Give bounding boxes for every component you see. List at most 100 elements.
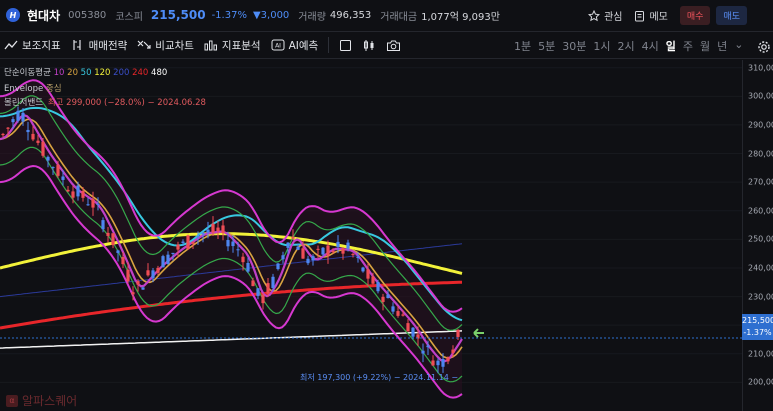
period-more-chevron-icon[interactable]: ⌄ bbox=[734, 38, 743, 54]
toolbar-divider bbox=[328, 37, 330, 53]
candle-body bbox=[96, 203, 100, 205]
candle-body bbox=[136, 281, 140, 285]
candle-body bbox=[181, 241, 185, 243]
candle-body bbox=[131, 292, 135, 295]
price-axis[interactable]: 310,000 300,000 290,000 280,000 270,000 260,0… bbox=[742, 60, 773, 411]
arrow-left-icon bbox=[473, 328, 484, 338]
trade-strategy-label: 매매전략 bbox=[88, 39, 128, 52]
candle-body bbox=[441, 359, 445, 367]
candle-body bbox=[276, 263, 280, 270]
candle-body bbox=[456, 329, 460, 337]
ma-legend-label: 단순이동평균 bbox=[4, 68, 51, 78]
candle-body bbox=[221, 225, 225, 234]
settings-button[interactable] bbox=[757, 39, 771, 58]
candle-body bbox=[361, 267, 365, 272]
candle-body bbox=[291, 237, 295, 239]
stock-header: H 현대차 005380 코스피 215,500 -1.37% ▼3,000 거… bbox=[0, 0, 773, 30]
indicators-button[interactable]: 보조지표 bbox=[4, 38, 61, 53]
candle-body bbox=[156, 267, 160, 273]
candle-body bbox=[226, 240, 230, 247]
candle-body bbox=[371, 276, 375, 284]
candle-body bbox=[351, 253, 355, 255]
candle-body bbox=[116, 250, 120, 253]
stock-name[interactable]: 현대차 bbox=[27, 7, 60, 24]
candle-body bbox=[76, 185, 80, 197]
period-selector: 1분 5분 30분 1시 2시 4시 일 주 월 년 ⌄ bbox=[514, 38, 750, 54]
memo-button[interactable]: 메모 bbox=[634, 8, 668, 23]
candle-body bbox=[256, 288, 260, 296]
candle-body bbox=[211, 223, 215, 233]
change-rate: -1.37% bbox=[211, 9, 247, 21]
candle-body bbox=[391, 306, 395, 312]
candle-body bbox=[26, 129, 30, 133]
y-tick-label: 310,000 bbox=[748, 63, 773, 73]
envelope-legend[interactable]: Envelope 중심 bbox=[4, 82, 62, 94]
candle-body bbox=[176, 244, 180, 250]
candle-body bbox=[191, 241, 195, 244]
envelope-legend-label: Envelope bbox=[4, 84, 44, 94]
candle-body bbox=[406, 323, 410, 332]
indicator-analysis-button[interactable]: 지표분석 bbox=[204, 38, 261, 53]
candle-body bbox=[166, 254, 170, 264]
period-year[interactable]: 년 bbox=[717, 38, 727, 54]
svg-text:AI: AI bbox=[275, 43, 281, 50]
candle-body bbox=[81, 190, 85, 198]
y-tick-label: 290,000 bbox=[748, 120, 773, 130]
y-tick-label: 300,000 bbox=[748, 91, 773, 101]
bollinger-legend[interactable]: 볼린저밴드 최고 299,000 (−28.0%) − 2024.06.28 bbox=[4, 96, 206, 108]
candle-body bbox=[286, 242, 290, 248]
candle-body bbox=[436, 360, 440, 366]
chart-canvas[interactable] bbox=[0, 60, 742, 411]
candle-body bbox=[16, 110, 20, 121]
period-30m[interactable]: 30분 bbox=[562, 38, 586, 54]
candle-type-button[interactable] bbox=[362, 39, 376, 52]
ma-legend-period: 120 bbox=[91, 68, 111, 78]
period-day[interactable]: 일 bbox=[666, 38, 676, 54]
ma-legend-period: 10 bbox=[53, 68, 65, 78]
period-5m[interactable]: 5분 bbox=[538, 38, 555, 54]
candle-body bbox=[401, 314, 405, 316]
candle-body bbox=[446, 357, 450, 362]
candle-body bbox=[366, 269, 370, 279]
period-1m[interactable]: 1분 bbox=[514, 38, 531, 54]
compare-chart-button[interactable]: 비교차트 bbox=[137, 38, 194, 53]
period-month[interactable]: 월 bbox=[700, 38, 710, 54]
watch-button[interactable]: 관심 bbox=[588, 8, 622, 23]
candle-body bbox=[236, 249, 240, 251]
candle-body bbox=[196, 236, 200, 238]
gear-icon bbox=[758, 41, 770, 53]
star-icon bbox=[588, 9, 601, 21]
layout-button[interactable] bbox=[339, 39, 352, 52]
period-week[interactable]: 주 bbox=[683, 38, 693, 54]
ma-legend-period: 200 bbox=[110, 68, 130, 78]
candle-body bbox=[41, 141, 45, 156]
period-1h[interactable]: 1시 bbox=[593, 38, 610, 54]
hyundai-logo: H bbox=[6, 8, 20, 22]
sell-button[interactable]: 매도 bbox=[716, 6, 747, 25]
period-4h[interactable]: 4시 bbox=[642, 38, 659, 54]
buy-button[interactable]: 매수 bbox=[679, 6, 711, 25]
trade-strategy-button[interactable]: 매매전략 bbox=[71, 38, 128, 53]
candle-body bbox=[336, 241, 340, 248]
price-chart[interactable]: 단순이동평균 10 20 50 120 200 240 480 Envelope… bbox=[0, 60, 742, 411]
stock-code: 005380 bbox=[68, 9, 107, 21]
current-price: 215,500 bbox=[150, 8, 206, 22]
ma-legend[interactable]: 단순이동평균 10 20 50 120 200 240 480 bbox=[4, 66, 167, 78]
candle-body bbox=[411, 327, 415, 337]
y-tick-label: 260,000 bbox=[748, 206, 773, 216]
candle-body bbox=[151, 270, 155, 278]
candle-body bbox=[301, 248, 305, 259]
square-icon bbox=[340, 39, 352, 51]
candle-body bbox=[386, 294, 390, 299]
candle-body bbox=[31, 133, 35, 140]
candle-body bbox=[106, 232, 110, 236]
chart-toolbar: 보조지표 매매전략 비교차트 지표분석 AI AI예측 1분 5분 30분 1시… bbox=[0, 31, 773, 59]
screenshot-button[interactable] bbox=[386, 39, 401, 52]
ai-predict-button[interactable]: AI AI예측 bbox=[271, 38, 318, 53]
candle-body bbox=[6, 127, 10, 129]
candle-body bbox=[171, 252, 175, 254]
period-2h[interactable]: 2시 bbox=[618, 38, 635, 54]
candle-body bbox=[21, 112, 25, 122]
y-tick-label: 250,000 bbox=[748, 234, 773, 244]
candle-body bbox=[161, 256, 165, 268]
